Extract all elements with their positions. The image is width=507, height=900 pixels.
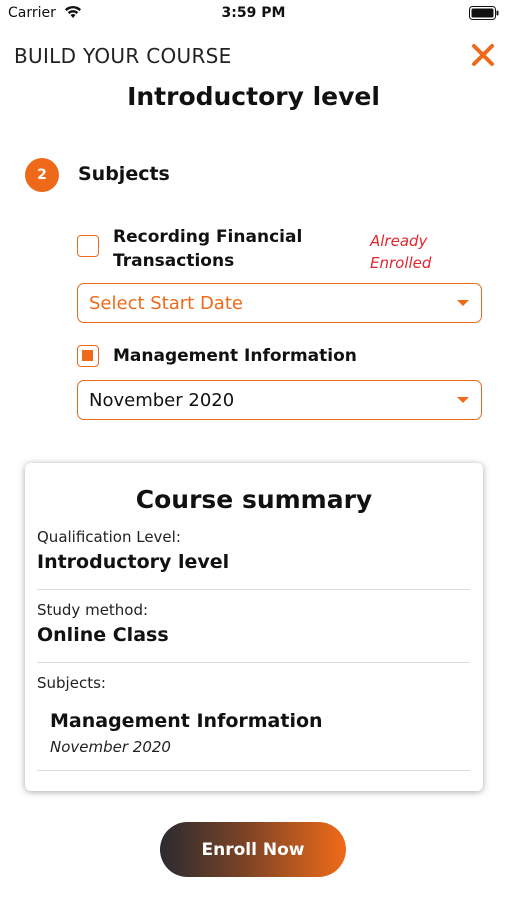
chevron-down-icon [457,300,469,306]
subject-label-line: Transactions [113,251,235,271]
step-badge: 2 [25,158,59,192]
summary-title: Course summary [135,485,373,514]
start-date-select-management-information[interactable]: November 2020 [77,380,482,420]
already-enrolled-note: Already Enrolled [370,230,431,274]
qualification-value: Introductory level [37,551,230,573]
course-summary-card: Course summary Qualification Level: Intr… [25,463,483,791]
page-title: Introductory level [127,82,380,111]
note-line: Already [370,232,428,250]
qualification-label: Qualification Level: [37,528,181,546]
subject-label-management-information: Management Information [113,346,357,366]
subject-checkbox-management-information[interactable] [77,345,99,367]
divider [37,662,470,663]
study-method-value: Online Class [37,624,169,646]
status-bar: Carrier 3:59 PM [0,0,507,28]
divider [37,589,470,590]
study-method-label: Study method: [37,601,149,619]
chevron-down-icon [457,397,469,403]
start-date-value: November 2020 [89,390,235,411]
clock: 3:59 PM [221,5,286,21]
section-title: Subjects [78,163,170,185]
subject-label-recording-financial-transactions: Recording Financial Transactions [113,225,302,273]
note-line: Enrolled [370,254,432,272]
summary-subject-name: Management Information [50,710,323,732]
battery-icon [469,6,499,20]
enroll-now-button[interactable]: Enroll Now [160,822,346,877]
subject-checkbox-recording-financial-transactions[interactable] [77,235,99,257]
header-label: BUILD YOUR COURSE [14,44,232,68]
close-icon[interactable] [468,40,498,70]
divider [37,770,470,771]
subject-label-line: Recording Financial [113,227,303,247]
subjects-label: Subjects: [37,674,106,692]
summary-subject-date: November 2020 [50,738,171,756]
start-date-placeholder: Select Start Date [89,293,243,314]
start-date-select-recording-financial-transactions[interactable]: Select Start Date [77,283,482,323]
